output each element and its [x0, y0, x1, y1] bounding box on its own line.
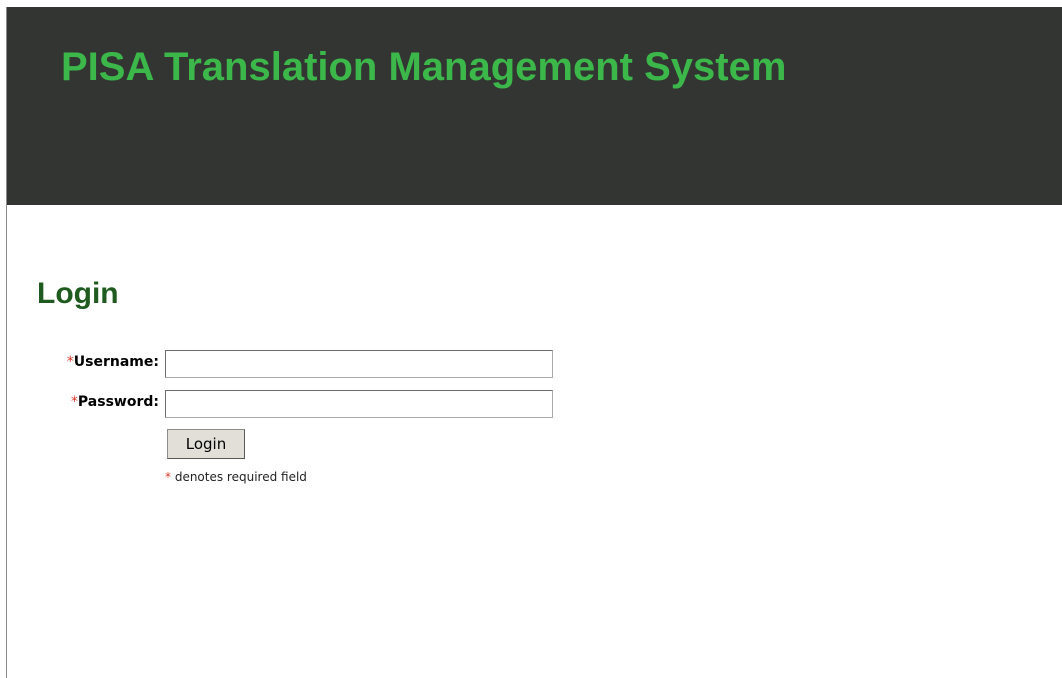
password-required-marker: * [70, 394, 78, 410]
username-input[interactable] [165, 350, 553, 378]
note-required-marker: * [165, 470, 171, 484]
password-input[interactable] [165, 390, 553, 418]
username-label-text: Username: [73, 354, 159, 370]
login-heading: Login [37, 277, 119, 310]
login-button[interactable]: Login [167, 429, 245, 459]
page-frame: PISA Translation Management System Login… [6, 7, 1062, 678]
password-label-text: Password: [77, 394, 159, 410]
site-header: PISA Translation Management System [7, 7, 1062, 205]
site-title: PISA Translation Management System [61, 45, 787, 89]
password-label: *Password: [7, 393, 159, 411]
required-note-text: denotes required field [174, 470, 307, 484]
username-required-marker: * [66, 354, 74, 370]
required-field-note: * denotes required field [165, 469, 307, 485]
username-label: *Username: [7, 353, 159, 371]
